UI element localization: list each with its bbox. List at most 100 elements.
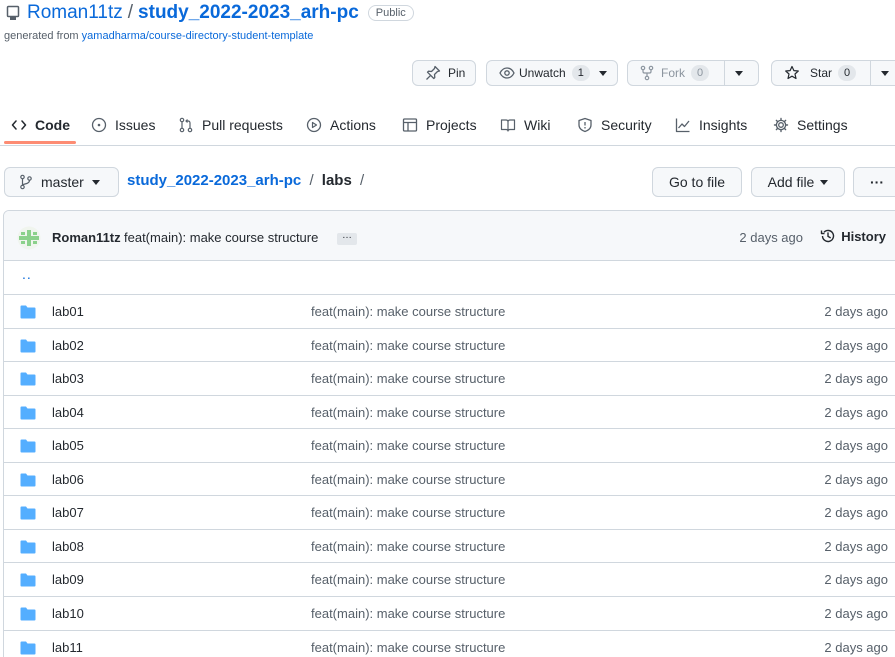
visibility-badge: Public <box>367 5 414 21</box>
chevron-down-icon <box>881 70 889 76</box>
branch-select-button[interactable]: master <box>4 167 119 197</box>
shield-icon <box>577 117 593 133</box>
breadcrumb-trailing-separator: / <box>359 172 365 189</box>
repo-icon <box>6 5 20 21</box>
file-commit-message-link[interactable]: feat(main): make course structure <box>311 438 505 453</box>
breadcrumb-current: labs <box>321 172 352 189</box>
tab-label: Insights <box>699 117 748 133</box>
history-link[interactable]: History <box>820 228 886 244</box>
file-name-link[interactable]: lab09 <box>52 572 84 587</box>
more-options-button[interactable]: ··· <box>853 167 895 197</box>
fork-dropdown[interactable] <box>724 61 758 85</box>
kebab-icon: ··· <box>870 174 884 190</box>
table-row[interactable]: lab01 feat(main): make course structure 2 … <box>4 294 895 328</box>
tab-label: Issues <box>115 117 156 133</box>
table-icon <box>402 117 418 133</box>
file-commit-time: 2 days ago <box>824 538 888 554</box>
file-name-link[interactable]: lab04 <box>52 405 84 420</box>
table-row[interactable]: lab09 feat(main): make course structure 2 … <box>4 562 895 596</box>
file-name-link[interactable]: lab07 <box>52 505 84 520</box>
tab-settings[interactable]: Settings <box>773 106 848 144</box>
file-commit-message-link[interactable]: feat(main): make course structure <box>311 606 505 621</box>
play-icon <box>306 117 322 133</box>
file-commit-time: 2 days ago <box>824 505 888 521</box>
file-commit-message-link[interactable]: feat(main): make course structure <box>311 371 505 386</box>
tab-pull-requests[interactable]: Pull requests <box>178 106 283 144</box>
file-commit-message-link[interactable]: feat(main): make course structure <box>311 539 505 554</box>
repo-separator: / <box>127 2 134 23</box>
star-label: Star <box>810 66 833 80</box>
file-commit-time: 2 days ago <box>824 438 888 454</box>
table-row[interactable]: lab10 feat(main): make course structure 2 … <box>4 595 895 630</box>
file-commit-message-link[interactable]: feat(main): make course structure <box>311 572 505 587</box>
repo-name-link[interactable]: study_2022-2023_arh-pc <box>138 2 359 24</box>
folder-icon <box>20 372 36 386</box>
table-row[interactable]: lab07 feat(main): make course structure 2 … <box>4 495 895 529</box>
file-name-link[interactable]: lab02 <box>52 338 84 353</box>
table-row[interactable]: lab08 feat(main): make course structure 2 … <box>4 528 895 563</box>
table-row[interactable]: lab02 feat(main): make course structure 2 … <box>4 327 895 362</box>
breadcrumb-separator: / <box>309 172 314 189</box>
history-label: History <box>841 228 886 244</box>
file-browser: Roman11tz feat(main): make course struct… <box>3 210 895 657</box>
parent-directory-row[interactable]: .. <box>4 260 895 294</box>
star-icon <box>784 65 800 81</box>
star-dropdown[interactable] <box>870 61 895 85</box>
tab-issues[interactable]: Issues <box>91 106 155 144</box>
tab-wiki[interactable]: Wiki <box>500 106 550 144</box>
template-repo-link[interactable]: yamadharma/course-directory-student-temp… <box>82 30 314 42</box>
file-name-link[interactable]: lab11 <box>52 640 83 655</box>
commit-time: 2 days ago <box>739 230 803 245</box>
fork-button[interactable]: Fork 0 <box>628 61 724 85</box>
file-commit-time: 2 days ago <box>824 404 888 420</box>
tab-actions[interactable]: Actions <box>306 106 376 144</box>
repo-owner-link[interactable]: Roman11tz <box>27 2 123 24</box>
tab-projects[interactable]: Projects <box>402 106 477 144</box>
table-row[interactable]: lab03 feat(main): make course structure 2 … <box>4 361 895 395</box>
file-commit-message-link[interactable]: feat(main): make course structure <box>311 338 505 353</box>
latest-commit-bar: Roman11tz feat(main): make course struct… <box>4 211 895 261</box>
avatar[interactable] <box>17 226 41 250</box>
commit-message-link[interactable]: feat(main): make course structure <box>124 230 318 245</box>
unwatch-button[interactable]: Unwatch 1 <box>486 60 618 86</box>
file-name-link[interactable]: lab05 <box>52 438 84 453</box>
parent-directory-link[interactable]: .. <box>22 266 32 282</box>
folder-icon <box>20 540 36 554</box>
star-button[interactable]: Star 0 <box>772 61 870 85</box>
folder-icon <box>20 406 36 420</box>
file-commit-message-link[interactable]: feat(main): make course structure <box>311 472 505 487</box>
folder-icon <box>20 506 36 520</box>
tab-insights[interactable]: Insights <box>675 106 747 144</box>
file-commit-message-link[interactable]: feat(main): make course structure <box>311 304 505 319</box>
commit-expand-button[interactable]: … <box>337 231 357 245</box>
table-row[interactable]: lab05 feat(main): make course structure 2 … <box>4 428 895 462</box>
table-row[interactable]: lab06 feat(main): make course structure 2 … <box>4 461 895 496</box>
add-file-button[interactable]: Add file <box>751 167 845 197</box>
branch-icon <box>19 174 33 190</box>
folder-icon <box>20 439 36 453</box>
file-name-link[interactable]: lab01 <box>52 304 84 319</box>
file-name-link[interactable]: lab10 <box>52 606 84 621</box>
file-name-link[interactable]: lab03 <box>52 371 84 386</box>
repo-header: Roman11tz / study_2022-2023_arh-pc Publi… <box>6 1 414 25</box>
breadcrumb-root-link[interactable]: study_2022-2023_arh-pc <box>127 172 301 189</box>
tab-label: Pull requests <box>202 117 283 133</box>
file-commit-message-link[interactable]: feat(main): make course structure <box>311 640 505 655</box>
file-name-link[interactable]: lab08 <box>52 539 84 554</box>
tab-code[interactable]: Code <box>11 106 70 144</box>
go-to-file-label: Go to file <box>668 174 726 190</box>
tab-security[interactable]: Security <box>577 106 652 144</box>
commit-author-link[interactable]: Roman11tz <box>52 230 121 245</box>
pull-request-icon <box>178 117 194 133</box>
pin-button[interactable]: Pin <box>412 60 476 86</box>
go-to-file-button[interactable]: Go to file <box>652 167 742 197</box>
star-count: 0 <box>838 65 857 81</box>
table-row[interactable]: lab04 feat(main): make course structure 2 … <box>4 394 895 429</box>
file-commit-message-link[interactable]: feat(main): make course structure <box>311 505 505 520</box>
table-row[interactable]: lab11 feat(main): make course structure 2 … <box>4 629 895 657</box>
active-tab-indicator <box>4 141 76 144</box>
folder-icon <box>20 641 36 655</box>
file-name-link[interactable]: lab06 <box>52 472 84 487</box>
gear-icon <box>773 117 789 133</box>
file-commit-message-link[interactable]: feat(main): make course structure <box>311 405 505 420</box>
